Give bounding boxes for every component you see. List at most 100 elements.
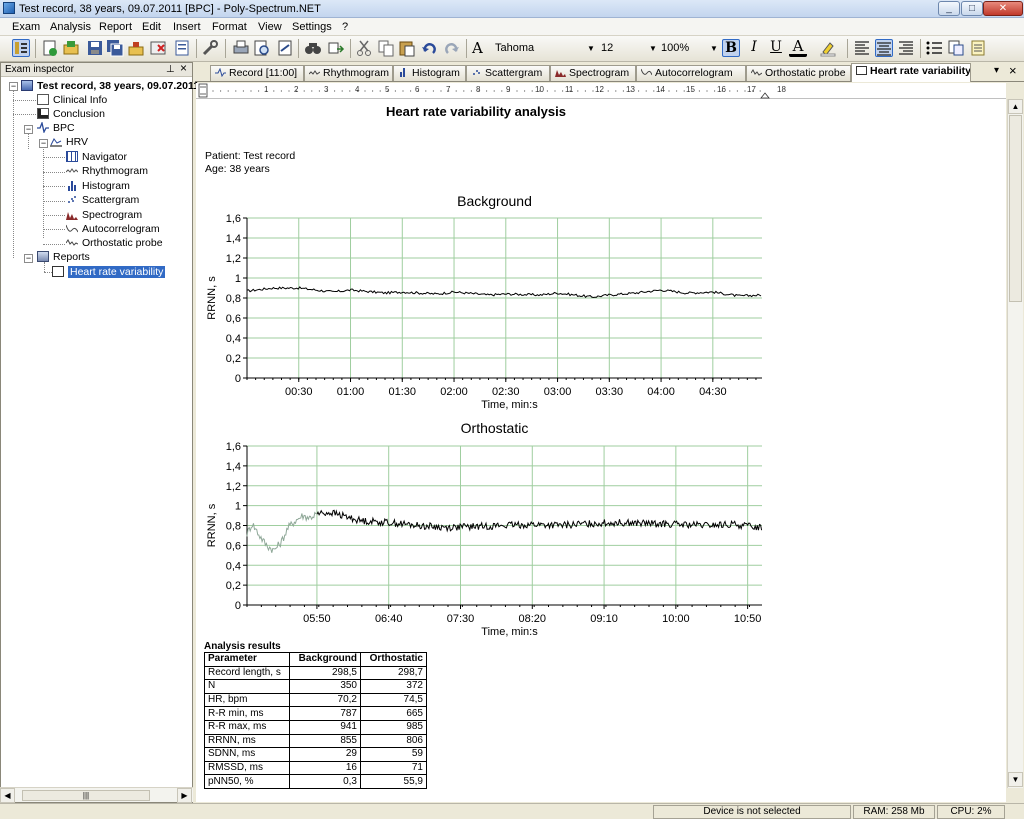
bullets-icon[interactable] xyxy=(925,39,943,57)
collapse-root-icon[interactable]: − xyxy=(9,82,18,91)
menu-report[interactable]: Report xyxy=(99,21,132,33)
font-size-select[interactable]: 12 xyxy=(601,40,651,57)
table-header-row: Parameter Background Orthostatic xyxy=(204,652,427,667)
maximize-button[interactable]: □ xyxy=(961,1,983,16)
tab-scattergram[interactable]: Scattergram xyxy=(466,65,550,81)
document-vertical-scrollbar[interactable]: ▲ ▼ xyxy=(1007,99,1023,788)
grid-icon xyxy=(66,151,78,162)
menu-settings[interactable]: Settings xyxy=(292,21,332,33)
scroll-right-icon[interactable]: ▶ xyxy=(177,788,192,803)
close-button[interactable]: ✕ xyxy=(983,1,1023,16)
tab-record[interactable]: Record [11:00] xyxy=(210,65,304,81)
font-select[interactable]: Tahoma xyxy=(495,40,595,57)
copy-icon[interactable] xyxy=(377,39,395,57)
minimize-button[interactable]: _ xyxy=(938,1,960,16)
inspector-hscroll-thumb[interactable]: ||| xyxy=(22,790,150,801)
collapse-bpc-icon[interactable]: − xyxy=(24,125,33,134)
menu-view[interactable]: View xyxy=(258,21,282,33)
size-dropdown-icon[interactable]: ▼ xyxy=(649,40,659,57)
align-left-icon[interactable] xyxy=(853,39,871,57)
tree-item-scattergram[interactable]: Scattergram xyxy=(66,193,139,207)
panel-close-icon[interactable]: × xyxy=(180,62,187,75)
tree-item-navigator[interactable]: Navigator xyxy=(66,150,127,164)
spectrogram-icon xyxy=(66,209,78,220)
menu-exam[interactable]: Exam xyxy=(12,21,40,33)
tree-item-bpc[interactable]: BPC xyxy=(37,120,75,135)
menu-analysis[interactable]: Analysis xyxy=(50,21,91,33)
document-icon[interactable] xyxy=(969,39,987,57)
collapse-reports-icon[interactable]: − xyxy=(24,254,33,263)
inspector-horizontal-scrollbar[interactable]: ◀ ||| ▶ xyxy=(0,787,193,803)
undo-icon[interactable] xyxy=(420,39,438,57)
italic-button[interactable]: I xyxy=(745,39,763,57)
new-exam-icon[interactable] xyxy=(41,39,59,57)
tree-item-histogram[interactable]: Histogram xyxy=(66,179,130,193)
tab-orthostatic-probe[interactable]: Orthostatic probe xyxy=(746,65,851,81)
align-center-icon[interactable] xyxy=(875,39,893,57)
tree-item-spectrogram[interactable]: Spectrogram xyxy=(66,208,142,222)
scroll-up-icon[interactable]: ▲ xyxy=(1008,99,1023,114)
print-icon[interactable] xyxy=(232,39,250,57)
zoom-select[interactable]: 100% xyxy=(661,40,711,57)
tab-histogram[interactable]: Histogram xyxy=(393,65,466,81)
cut-icon[interactable] xyxy=(355,39,373,57)
collapse-hrv-icon[interactable]: − xyxy=(39,139,48,148)
find-icon[interactable] xyxy=(304,39,322,57)
redo-icon[interactable] xyxy=(443,39,461,57)
replace-icon[interactable] xyxy=(327,39,345,57)
highlight-icon[interactable] xyxy=(819,39,837,57)
tree-item-heart-rate-variability[interactable]: Heart rate variability xyxy=(52,265,166,279)
paste-icon[interactable] xyxy=(398,39,416,57)
bold-button[interactable]: B xyxy=(722,39,740,57)
title-bar: Test record, 38 years, 09.07.2011 [BPC] … xyxy=(0,0,1024,18)
tree-item-orthostatic-probe[interactable]: Orthostatic probe xyxy=(65,236,163,250)
menu-insert[interactable]: Insert xyxy=(173,21,201,33)
tab-heart-rate-variability[interactable]: Heart rate variability xyxy=(851,63,971,82)
tree-item-clinical-info[interactable]: Clinical Info xyxy=(37,93,107,107)
tabs-close-icon[interactable]: × xyxy=(1009,63,1017,78)
orthostatic-icon xyxy=(65,237,79,248)
menu-edit[interactable]: Edit xyxy=(142,21,161,33)
page-setup-icon[interactable] xyxy=(276,39,294,57)
autocorrelogram-icon xyxy=(65,223,79,234)
save-icon[interactable] xyxy=(86,39,104,57)
menu-format[interactable]: Format xyxy=(212,21,247,33)
scroll-left-icon[interactable]: ◀ xyxy=(0,788,15,803)
background-chart: Background 0 0,2 0,4 0,6 0,8 1 1,2 1,4 1,6 00:30 01… xyxy=(206,193,762,411)
zoom-dropdown-icon[interactable]: ▼ xyxy=(710,40,720,57)
tab-autocorrelogram[interactable]: Autocorrelogram xyxy=(636,65,746,81)
exam-inspector-title: Exam inspector xyxy=(5,64,74,75)
insert-table-icon[interactable] xyxy=(947,39,965,57)
save-all-icon[interactable] xyxy=(106,39,124,57)
menu-help[interactable]: ? xyxy=(342,21,348,33)
properties-icon[interactable] xyxy=(173,39,191,57)
delete-exam-icon[interactable] xyxy=(149,39,167,57)
open-exam-icon[interactable] xyxy=(62,39,80,57)
tree-item-label: Conclusion xyxy=(53,108,105,120)
tabs-dropdown-icon[interactable]: ▾ xyxy=(994,65,999,76)
align-right-icon[interactable] xyxy=(897,39,915,57)
export-icon[interactable] xyxy=(127,39,145,57)
inspector-toggle-icon[interactable] xyxy=(12,39,30,57)
col-header-orthostatic: Orthostatic xyxy=(360,652,427,667)
font-color-button[interactable]: A xyxy=(789,39,807,57)
tree-item-rhythmogram[interactable]: Rhythmogram xyxy=(65,164,148,178)
col-header-background: Background xyxy=(289,652,361,667)
print-preview-icon[interactable] xyxy=(253,39,271,57)
tree-item-autocorrelogram[interactable]: Autocorrelogram xyxy=(65,222,160,236)
tab-rhythmogram[interactable]: Rhythmogram xyxy=(304,65,393,81)
tools-icon[interactable] xyxy=(201,39,219,57)
autocorrelogram-icon xyxy=(640,67,653,76)
tree-item-reports[interactable]: Reports xyxy=(37,250,90,264)
pin-icon[interactable]: ⊥ xyxy=(166,63,175,76)
scroll-down-icon[interactable]: ▼ xyxy=(1008,772,1023,787)
tree-item-hrv[interactable]: HRV xyxy=(50,135,88,149)
tree-item-conclusion[interactable]: Conclusion xyxy=(37,107,105,121)
underline-button[interactable]: U xyxy=(767,39,785,57)
font-dropdown-icon[interactable]: ▼ xyxy=(587,40,597,57)
tree-root-exam[interactable]: Test record, 38 years, 09.07.2011 xyxy=(21,79,199,93)
tab-spectrogram[interactable]: Spectrogram xyxy=(550,65,636,81)
vscroll-thumb[interactable] xyxy=(1009,115,1022,302)
scattergram-icon xyxy=(66,194,78,205)
ruler[interactable]: 1 2 3 4 5 6 7 8 9 10 11 12 13 14 15 16 1… xyxy=(196,83,1006,99)
